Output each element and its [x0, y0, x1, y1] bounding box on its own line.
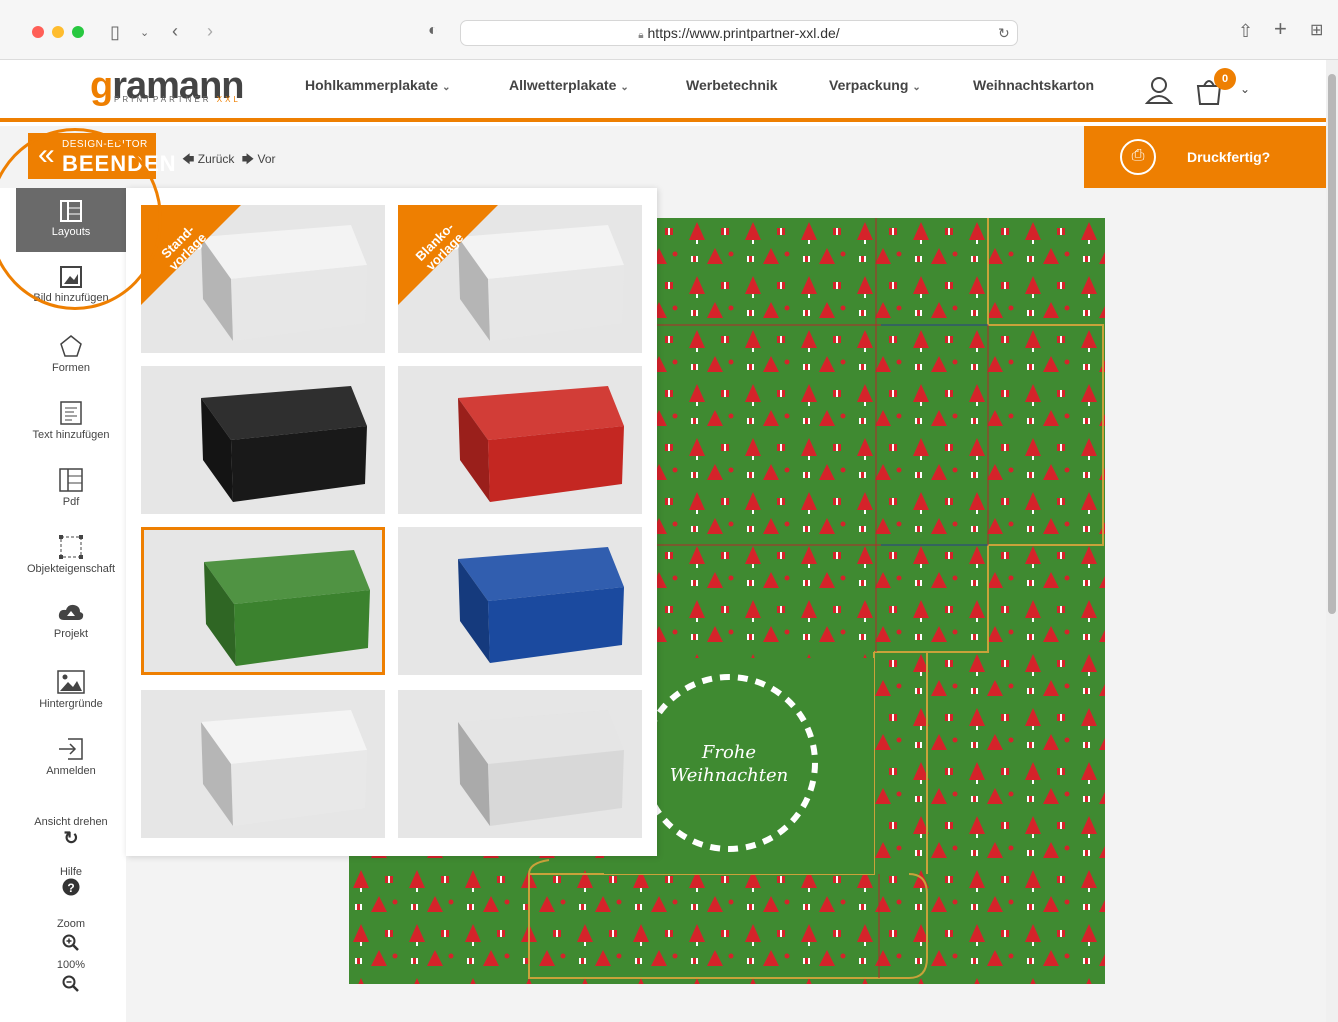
sidebar-label: Projekt	[53, 628, 89, 640]
nav-item-verpackung[interactable]: Verpackung ⌄	[829, 77, 921, 93]
redo-icon: 🡆	[241, 152, 255, 166]
redo-label: Vor	[257, 152, 276, 166]
help-label: Hilfe	[59, 866, 82, 878]
browser-toolbar: ▯ ⌄ ‹ › ◐ 🔒︎ https://www.printpartner-xx…	[0, 0, 1338, 60]
rotate-icon: ↻	[63, 828, 79, 848]
sidebar-label: Formen	[52, 362, 90, 374]
reload-icon[interactable]: ↻	[998, 24, 1010, 42]
sidebar-item-anmelden[interactable]: Anmelden	[16, 725, 126, 789]
sidebar-label: Anmelden	[46, 765, 96, 777]
nav-item-hohlkammerplakate[interactable]: Hohlkammerplakate ⌄	[305, 77, 450, 93]
nav-label: Allwetterplakate	[509, 77, 617, 93]
box-preview-icon	[204, 550, 370, 666]
back-icon[interactable]: ‹	[172, 22, 178, 40]
background-icon	[57, 670, 85, 694]
layout-tile-green-christmas-box[interactable]	[141, 527, 385, 675]
shield-icon[interactable]: ◐	[428, 22, 438, 40]
sidebar-label: Text hinzufügen	[32, 429, 110, 441]
sidebar-item-formen[interactable]: Formen	[16, 322, 126, 386]
layouts-panel: Stand- vorlage Blanko- vorlage	[126, 188, 657, 856]
box-preview-icon	[201, 710, 367, 826]
zoom-label: Zoom	[56, 918, 86, 930]
minimize-window-icon[interactable]	[52, 26, 64, 38]
box-preview-icon	[458, 547, 624, 663]
new-tab-icon[interactable]: +	[1274, 18, 1287, 40]
pdf-icon	[59, 468, 83, 492]
object-icon	[59, 535, 83, 559]
page-scrollbar[interactable]	[1326, 60, 1338, 1022]
rotate-view[interactable]: Ansicht drehen ↻	[16, 816, 126, 849]
chevron-down-icon: ⌄	[442, 82, 451, 93]
chevron-down-icon[interactable]: ⌄	[140, 24, 149, 42]
layout-tile-red-gift-box[interactable]	[398, 366, 642, 514]
zoom-value: 100%	[56, 959, 86, 971]
sidebar-item-text-hinzufuegen[interactable]: Text hinzufügen	[16, 389, 126, 453]
forward-icon[interactable]: ›	[207, 22, 213, 40]
cloud-icon	[58, 604, 84, 620]
tab-overview-icon[interactable]: ⊞	[1310, 22, 1323, 40]
sidebar-item-objekteigenschaft[interactable]: Objekteigenschaft	[16, 523, 126, 587]
close-window-icon[interactable]	[32, 26, 44, 38]
sidebar-item-projekt[interactable]: Projekt	[16, 590, 126, 654]
greeting-line2: Weihnachten	[670, 765, 789, 786]
layout-tile-marble-box[interactable]	[398, 690, 642, 838]
sidebar-label: Objekteigenschaft	[26, 563, 116, 575]
nav-label: Hohlkammerplakate	[305, 77, 439, 93]
user-icon[interactable]	[1144, 75, 1174, 105]
layout-tile-white-print-box[interactable]	[141, 690, 385, 838]
layout-tile-standard-template[interactable]: Stand- vorlage	[141, 205, 385, 353]
sidebar-toggle-icon[interactable]: ▯	[110, 23, 120, 41]
sidebar-item-hintergruende[interactable]: Hintergründe	[16, 658, 126, 722]
zoom-controls: Zoom 100%	[16, 918, 126, 998]
pentagon-icon	[60, 335, 82, 357]
redo-button[interactable]: 🡆 Vor	[242, 152, 276, 166]
sidebar-item-pdf[interactable]: Pdf	[16, 456, 126, 520]
nav-item-allwetterplakate[interactable]: Allwetterplakate ⌄	[509, 77, 629, 93]
undo-icon: 🡄	[182, 152, 195, 166]
zoom-in-icon[interactable]	[62, 934, 80, 954]
nav-item-weihnachtskarton[interactable]: Weihnachtskarton	[973, 77, 1094, 93]
text-icon	[60, 401, 82, 425]
lock-icon: 🔒︎	[638, 30, 644, 41]
login-icon	[59, 738, 83, 760]
address-bar[interactable]: 🔒︎ https://www.printpartner-xxl.de/	[460, 20, 1018, 46]
box-preview-icon	[458, 710, 624, 826]
url-text: https://www.printpartner-xxl.de/	[647, 25, 840, 41]
undo-button[interactable]: 🡄 Zurück	[182, 152, 234, 166]
maximize-window-icon[interactable]	[72, 26, 84, 38]
print-ready-label: Druckfertig?	[1187, 149, 1271, 165]
sidebar-label: Hintergründe	[39, 698, 103, 710]
cart-count-badge: 0	[1214, 68, 1236, 90]
logo-sub: PRINTPARTNER	[114, 95, 212, 104]
nav-label: Werbetechnik	[686, 77, 778, 93]
template-ribbon: Blanko- vorlage	[398, 205, 498, 305]
layout-tile-blue-snow-box[interactable]	[398, 527, 642, 675]
undo-redo: 🡄 Zurück 🡆 Vor	[182, 150, 276, 171]
chevron-down-icon: ⌄	[912, 82, 921, 93]
print-ready-button[interactable]: ⎙ Druckfertig?	[1084, 126, 1326, 188]
help[interactable]: Hilfe ?	[16, 866, 126, 899]
layout-tile-black-box[interactable]	[141, 366, 385, 514]
nav-label: Verpackung	[829, 77, 909, 93]
scrollbar-thumb[interactable]	[1328, 74, 1336, 614]
zoom-out-icon[interactable]	[62, 975, 80, 995]
logo-accent: g	[90, 65, 113, 107]
logo-sub-accent: XXL	[216, 95, 241, 104]
box-preview-icon	[201, 386, 367, 502]
share-icon[interactable]: ⇧	[1238, 22, 1253, 40]
undo-label: Zurück	[197, 152, 235, 166]
nav-label: Weihnachtskarton	[973, 77, 1095, 93]
chevron-down-icon: ⌄	[620, 82, 629, 93]
sidebar-label: Pdf	[62, 496, 80, 508]
rotate-label: Ansicht drehen	[34, 816, 108, 828]
greeting-line1: Frohe	[701, 742, 756, 763]
printer-icon: ⎙	[1120, 139, 1156, 175]
help-icon: ?	[62, 878, 80, 896]
svg-text:?: ?	[67, 881, 74, 895]
nav-item-werbetechnik[interactable]: Werbetechnik	[686, 77, 778, 93]
chevron-down-icon[interactable]: ⌄	[1240, 82, 1250, 96]
box-preview-icon	[458, 386, 624, 502]
layout-tile-blank-template[interactable]: Blanko- vorlage	[398, 205, 642, 353]
editor-sidebar: Layouts Bild hinzufügen Formen Text hinz…	[16, 188, 126, 1022]
